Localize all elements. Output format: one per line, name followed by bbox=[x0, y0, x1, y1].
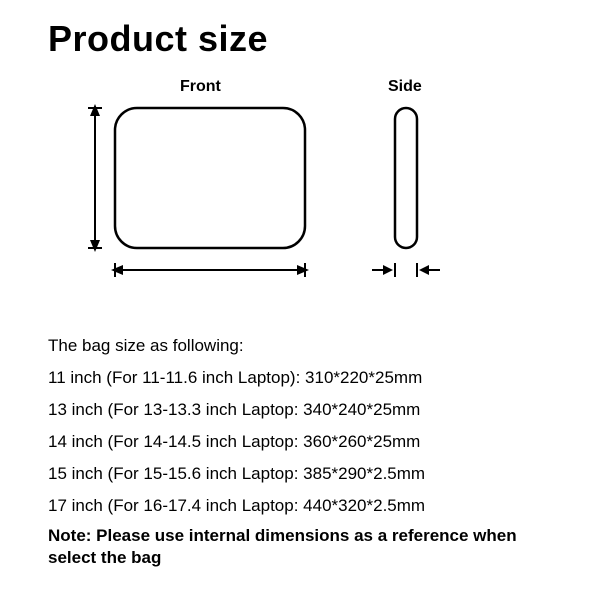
size-list-item: 15 inch (For 15-15.6 inch Laptop: 385*29… bbox=[48, 458, 425, 490]
size-list-item: 17 inch (For 16-17.4 inch Laptop: 440*32… bbox=[48, 490, 425, 522]
size-list-item: 14 inch (For 14-14.5 inch Laptop: 360*26… bbox=[48, 426, 425, 458]
size-list-header: The bag size as following: bbox=[48, 330, 425, 362]
note-text: Note: Please use internal dimensions as … bbox=[48, 525, 548, 569]
thickness-dimension-arrow-icon bbox=[372, 263, 440, 277]
size-list: The bag size as following: 11 inch (For … bbox=[48, 330, 425, 522]
front-view-shape bbox=[115, 108, 305, 248]
diagram-svg bbox=[0, 78, 600, 308]
height-dimension-arrow-icon bbox=[88, 104, 102, 252]
dimension-diagram: Front Side bbox=[0, 78, 600, 308]
size-list-item: 13 inch (For 13-13.3 inch Laptop: 340*24… bbox=[48, 394, 425, 426]
size-list-item: 11 inch (For 11-11.6 inch Laptop): 310*2… bbox=[48, 362, 425, 394]
width-dimension-arrow-icon bbox=[111, 263, 309, 277]
side-view-label: Side bbox=[388, 78, 422, 96]
front-view-label: Front bbox=[180, 78, 221, 96]
side-view-shape bbox=[395, 108, 417, 248]
page-title: Product size bbox=[48, 18, 268, 60]
